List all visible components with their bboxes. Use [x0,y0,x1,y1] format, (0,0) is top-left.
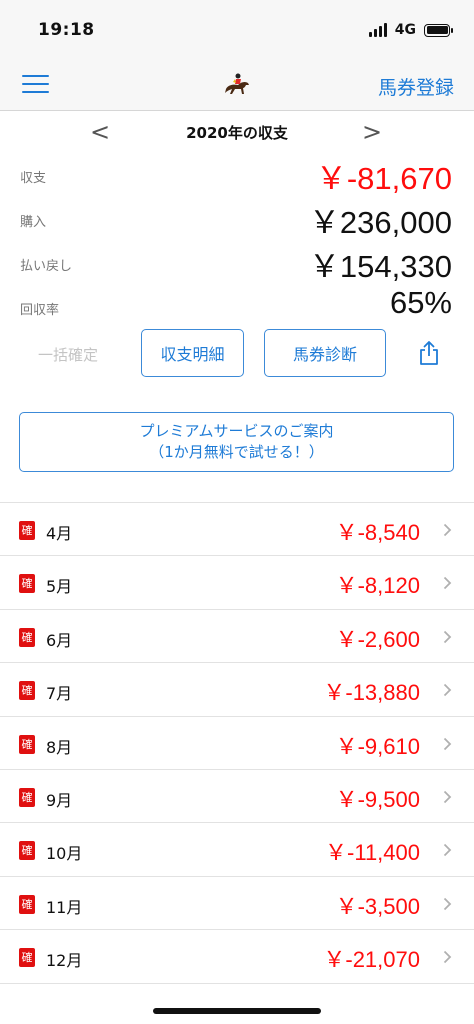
chevron-right-icon [443,684,452,697]
balance-label: 収支 [20,171,47,186]
list-item[interactable]: 確 7月 ￥-13,880 [0,663,474,717]
year-title: 2020年の収支 [186,124,288,142]
home-indicator [153,1008,321,1014]
confirmed-badge: 確 [19,948,35,968]
chevron-right-icon [443,630,452,643]
month-value: ￥-8,120 [335,573,420,599]
list-item[interactable]: 確 10月 ￥-11,400 [0,823,474,877]
chevron-right-icon [443,523,452,537]
confirmed-badge: 確 [19,734,35,754]
summary-recovery-row: 回収率 65% [0,285,474,329]
list-item[interactable]: 確 6月 ￥-2,600 [0,610,474,664]
month-value: ￥-8,540 [335,520,420,545]
month-value: ￥-13,880 [323,680,420,706]
list-item[interactable]: 確 8月 ￥-9,610 [0,717,474,770]
list-item[interactable]: 確 9月 ￥-9,500 [0,770,474,824]
status-time: 19:18 [38,20,95,40]
summary-balance-row: 収支 ￥-81,670 [0,153,474,197]
jockey-horse-icon [225,73,249,94]
month-label: 8月 [46,737,73,757]
chevron-right-icon [443,790,452,804]
month-value: ￥-21,070 [323,947,420,973]
premium-line1: プレミアムサービスのご案内 [139,422,334,440]
year-selector: < 2020年の収支 > [0,114,474,150]
refund-label: 払い戻し [20,259,73,274]
month-value: ￥-11,400 [325,840,420,866]
list-item[interactable]: 確 12月 ￥-21,070 [0,930,474,984]
register-ticket-link[interactable]: 馬券登録 [378,73,454,100]
share-icon[interactable] [418,340,440,366]
month-label: 7月 [46,684,73,704]
ticket-diagnosis-button[interactable]: 馬券診断 [264,329,386,377]
chevron-right-icon [443,577,452,590]
list-item[interactable]: 確 5月 ￥-8,120 [0,556,474,610]
month-value: ￥-2,600 [335,626,420,652]
battery-icon [424,23,453,37]
balance-detail-button[interactable]: 収支明細 [141,329,244,377]
premium-line2: （1か月無料で試せる！） [149,443,324,461]
month-value: ￥-9,500 [335,786,420,812]
balance-value: ￥-81,670 [315,161,452,196]
next-year-button[interactable]: > [362,118,382,146]
confirmed-badge: 確 [19,521,35,540]
month-label: 12月 [46,951,83,971]
list-item[interactable]: 確 4月 ￥-8,540 [0,503,474,557]
confirmed-badge: 確 [19,894,35,914]
month-value: ￥-3,500 [335,893,420,919]
purchase-value: ￥236,000 [308,205,452,240]
monthly-balance-list: 確 4月 ￥-8,540 確 5月 ￥-8,120 確 6月 ￥-2,600 確… [0,502,474,984]
refund-value: ￥154,330 [308,249,452,284]
hamburger-menu-icon[interactable] [22,75,49,93]
confirmed-badge: 確 [19,627,35,647]
month-label: 11月 [46,897,83,917]
confirmed-badge: 確 [19,574,35,594]
chevron-right-icon [443,950,452,964]
status-icons: 4G [368,20,453,40]
month-label: 4月 [46,524,73,543]
month-label: 6月 [46,630,73,650]
confirmed-badge: 確 [19,681,35,701]
network-type: 4G [394,22,416,38]
month-label: 9月 [46,790,73,810]
status-bar: 19:18 4G [0,0,474,58]
list-item[interactable]: 確 11月 ￥-3,500 [0,877,474,931]
summary-refund-row: 払い戻し ￥154,330 [0,241,474,285]
signal-icon [368,23,387,37]
month-label: 5月 [46,577,73,597]
purchase-label: 購入 [20,215,47,230]
month-value: ￥-9,610 [335,733,420,759]
bulk-confirm-button[interactable]: 一括確定 [38,344,98,365]
summary-purchase-row: 購入 ￥236,000 [0,197,474,241]
confirmed-badge: 確 [19,787,35,807]
confirmed-badge: 確 [19,841,35,861]
recovery-value: 65% [389,285,452,320]
chevron-right-icon [443,844,452,857]
chevron-right-icon [443,897,452,910]
premium-service-button[interactable]: プレミアムサービスのご案内 （1か月無料で試せる！） [19,412,454,472]
recovery-label: 回収率 [20,303,60,318]
nav-bar: 馬券登録 [0,58,474,111]
month-label: 10月 [46,844,83,864]
chevron-right-icon [443,737,452,750]
